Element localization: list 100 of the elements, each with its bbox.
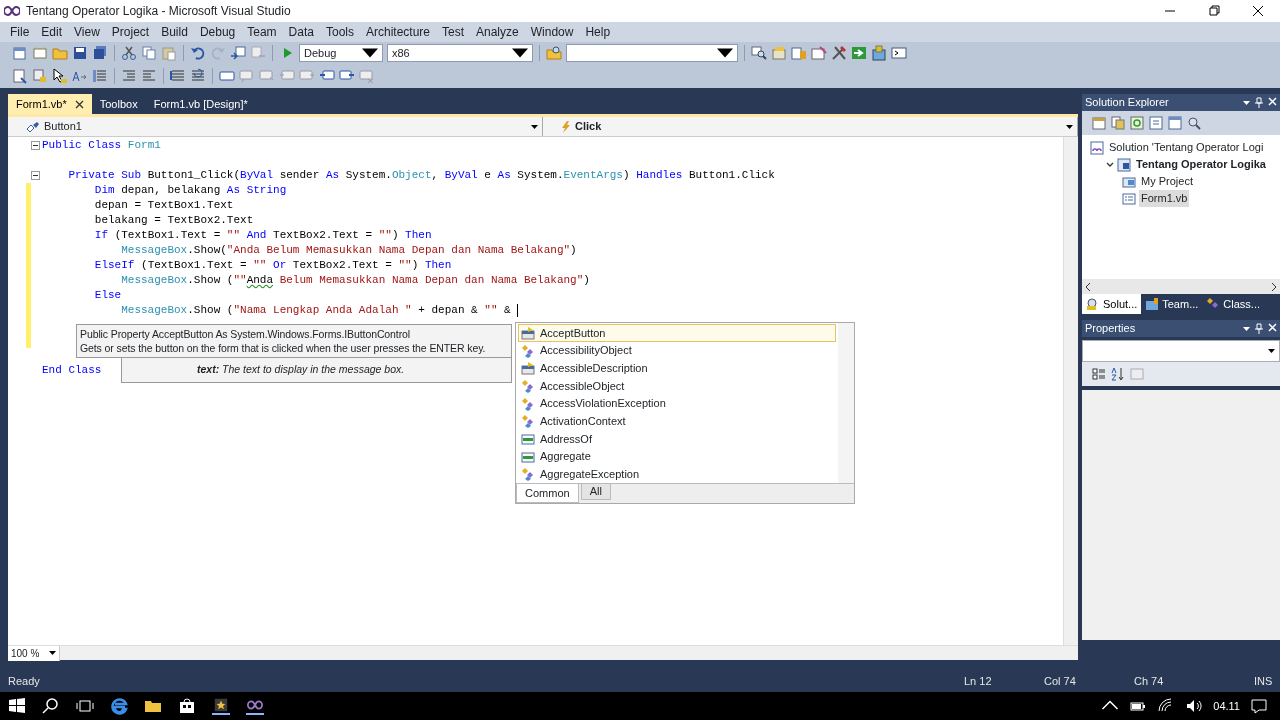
- completion-item[interactable]: AddressOf: [518, 430, 836, 448]
- menu-item[interactable]: Test: [436, 23, 470, 41]
- vertical-scrollbar[interactable]: [1063, 137, 1078, 645]
- pin-icon[interactable]: [1255, 97, 1263, 108]
- cut-icon[interactable]: [121, 45, 137, 61]
- pointer-icon[interactable]: [52, 68, 68, 84]
- document-tab[interactable]: Form1.vb [Design]*: [145, 94, 256, 114]
- code-line: depan = TextBox1.Text: [93, 198, 234, 213]
- notification-icon[interactable]: [1250, 697, 1268, 715]
- outdent-icon[interactable]: [121, 68, 137, 84]
- menu-item[interactable]: File: [4, 23, 36, 41]
- menu-item[interactable]: Edit: [35, 23, 69, 41]
- filter-tab[interactable]: Common: [516, 484, 579, 503]
- arrow-right-icon[interactable]: [1271, 282, 1276, 291]
- categorized-icon[interactable]: [1092, 367, 1106, 381]
- save-icon[interactable]: [72, 45, 88, 61]
- comment-icon[interactable]: [170, 68, 186, 84]
- properties-icon[interactable]: [1092, 116, 1106, 130]
- refresh-icon[interactable]: [1130, 116, 1144, 130]
- horizontal-scrollbar[interactable]: [1082, 279, 1280, 294]
- panel-tab[interactable]: Solut...: [1082, 294, 1142, 314]
- caret-icon: [1268, 349, 1275, 353]
- uncomment-icon[interactable]: [190, 68, 206, 84]
- configuration-dropdown[interactable]: Debug: [299, 44, 383, 62]
- tree-item[interactable]: Solution 'Tentang Operator Logi: [1107, 139, 1266, 156]
- navigate-icon[interactable]: [230, 45, 246, 61]
- document-icon[interactable]: [12, 68, 28, 84]
- menu-item[interactable]: Team: [241, 23, 283, 41]
- infinity-logo-icon: [4, 6, 20, 16]
- document-tab[interactable]: Toolbox: [91, 94, 146, 114]
- settings-icon: [1122, 174, 1136, 189]
- tree-item[interactable]: Form1.vb: [1139, 190, 1190, 207]
- zoom-dropdown[interactable]: 100 %: [8, 645, 60, 661]
- clock-time[interactable]: 04.11: [1213, 697, 1240, 715]
- browser-icon[interactable]: [110, 697, 128, 715]
- menu-item[interactable]: Architecture: [359, 23, 436, 41]
- add-item-icon[interactable]: [32, 45, 48, 61]
- undo-icon[interactable]: [190, 45, 206, 61]
- task-view-icon[interactable]: [76, 697, 94, 715]
- toolbox-icon[interactable]: [811, 45, 827, 61]
- copy-icon[interactable]: [141, 45, 157, 61]
- completion-item[interactable]: AccessViolationException: [518, 394, 836, 413]
- paste-icon[interactable]: [161, 45, 177, 61]
- tree-item[interactable]: My Project: [1139, 173, 1195, 190]
- film-star-icon[interactable]: [212, 697, 230, 715]
- object-dropdown[interactable]: Button1: [8, 117, 543, 136]
- filter-tab[interactable]: All: [580, 484, 611, 500]
- bookmark-icon[interactable]: [219, 68, 235, 84]
- menu-item[interactable]: Project: [105, 23, 156, 41]
- new-project-icon[interactable]: [12, 45, 28, 61]
- collapse-icon[interactable]: [1106, 160, 1114, 169]
- find-icon[interactable]: [751, 45, 767, 61]
- copy-icon[interactable]: [1111, 116, 1125, 130]
- folder-icon[interactable]: [546, 45, 562, 61]
- completion-item[interactable]: ActivationContext: [518, 412, 836, 431]
- object-browser-icon[interactable]: [791, 45, 807, 61]
- menu-item[interactable]: Build: [155, 23, 194, 41]
- windows-start-icon[interactable]: [8, 697, 26, 715]
- completion-item[interactable]: AccessibilityObject: [518, 341, 836, 360]
- class-icon: [521, 378, 535, 393]
- lightning-icon: [561, 120, 571, 133]
- panel-tab[interactable]: Class...: [1202, 294, 1264, 314]
- tree-item[interactable]: Tentang Operator Logika: [1134, 156, 1268, 173]
- menu-item[interactable]: Debug: [193, 23, 242, 41]
- completion-item[interactable]: AccessibleObject: [518, 377, 836, 395]
- menu-item[interactable]: Help: [579, 23, 617, 41]
- indent-icon[interactable]: [141, 68, 157, 84]
- list-icon[interactable]: [92, 68, 108, 84]
- completion-item[interactable]: Aggregate: [518, 447, 836, 466]
- arrow-left-icon[interactable]: [1086, 282, 1091, 291]
- menu-item[interactable]: Tools: [319, 23, 360, 41]
- code-view-icon[interactable]: [1149, 116, 1163, 130]
- tools-icon[interactable]: [831, 45, 847, 61]
- keyword-icon: [521, 431, 535, 446]
- store-icon[interactable]: [178, 697, 196, 715]
- designer-icon[interactable]: [1168, 116, 1182, 130]
- find-dropdown[interactable]: [566, 44, 738, 62]
- completion-item[interactable]: AcceptButton: [518, 324, 836, 342]
- search-icon[interactable]: [42, 697, 60, 715]
- completion-item[interactable]: AccessibleDescription: [518, 359, 836, 378]
- member-dropdown[interactable]: Click: [543, 117, 1078, 136]
- platform-dropdown[interactable]: x86: [387, 44, 533, 62]
- extension-icon[interactable]: [871, 45, 887, 61]
- document-tab[interactable]: Form1.vb*: [8, 94, 92, 114]
- menu-item[interactable]: Data: [282, 23, 320, 41]
- object-dropdown[interactable]: [1082, 340, 1280, 362]
- keyword-icon: [521, 449, 535, 464]
- save-all-icon[interactable]: [92, 45, 108, 61]
- collapse-icon[interactable]: [31, 171, 40, 180]
- menu-item[interactable]: Analyze: [470, 23, 525, 41]
- completion-item[interactable]: AggregateException: [518, 465, 836, 484]
- sort-icon[interactable]: [1111, 367, 1125, 381]
- collapse-icon[interactable]: [31, 141, 40, 150]
- close-icon[interactable]: [74, 99, 84, 109]
- console-icon[interactable]: [891, 45, 907, 61]
- menu-item[interactable]: View: [68, 23, 106, 41]
- pin-icon[interactable]: [1255, 323, 1263, 334]
- panel-tab[interactable]: Team...: [1141, 294, 1203, 314]
- list-scrollbar[interactable]: [838, 323, 854, 483]
- menu-item[interactable]: Window: [524, 23, 580, 41]
